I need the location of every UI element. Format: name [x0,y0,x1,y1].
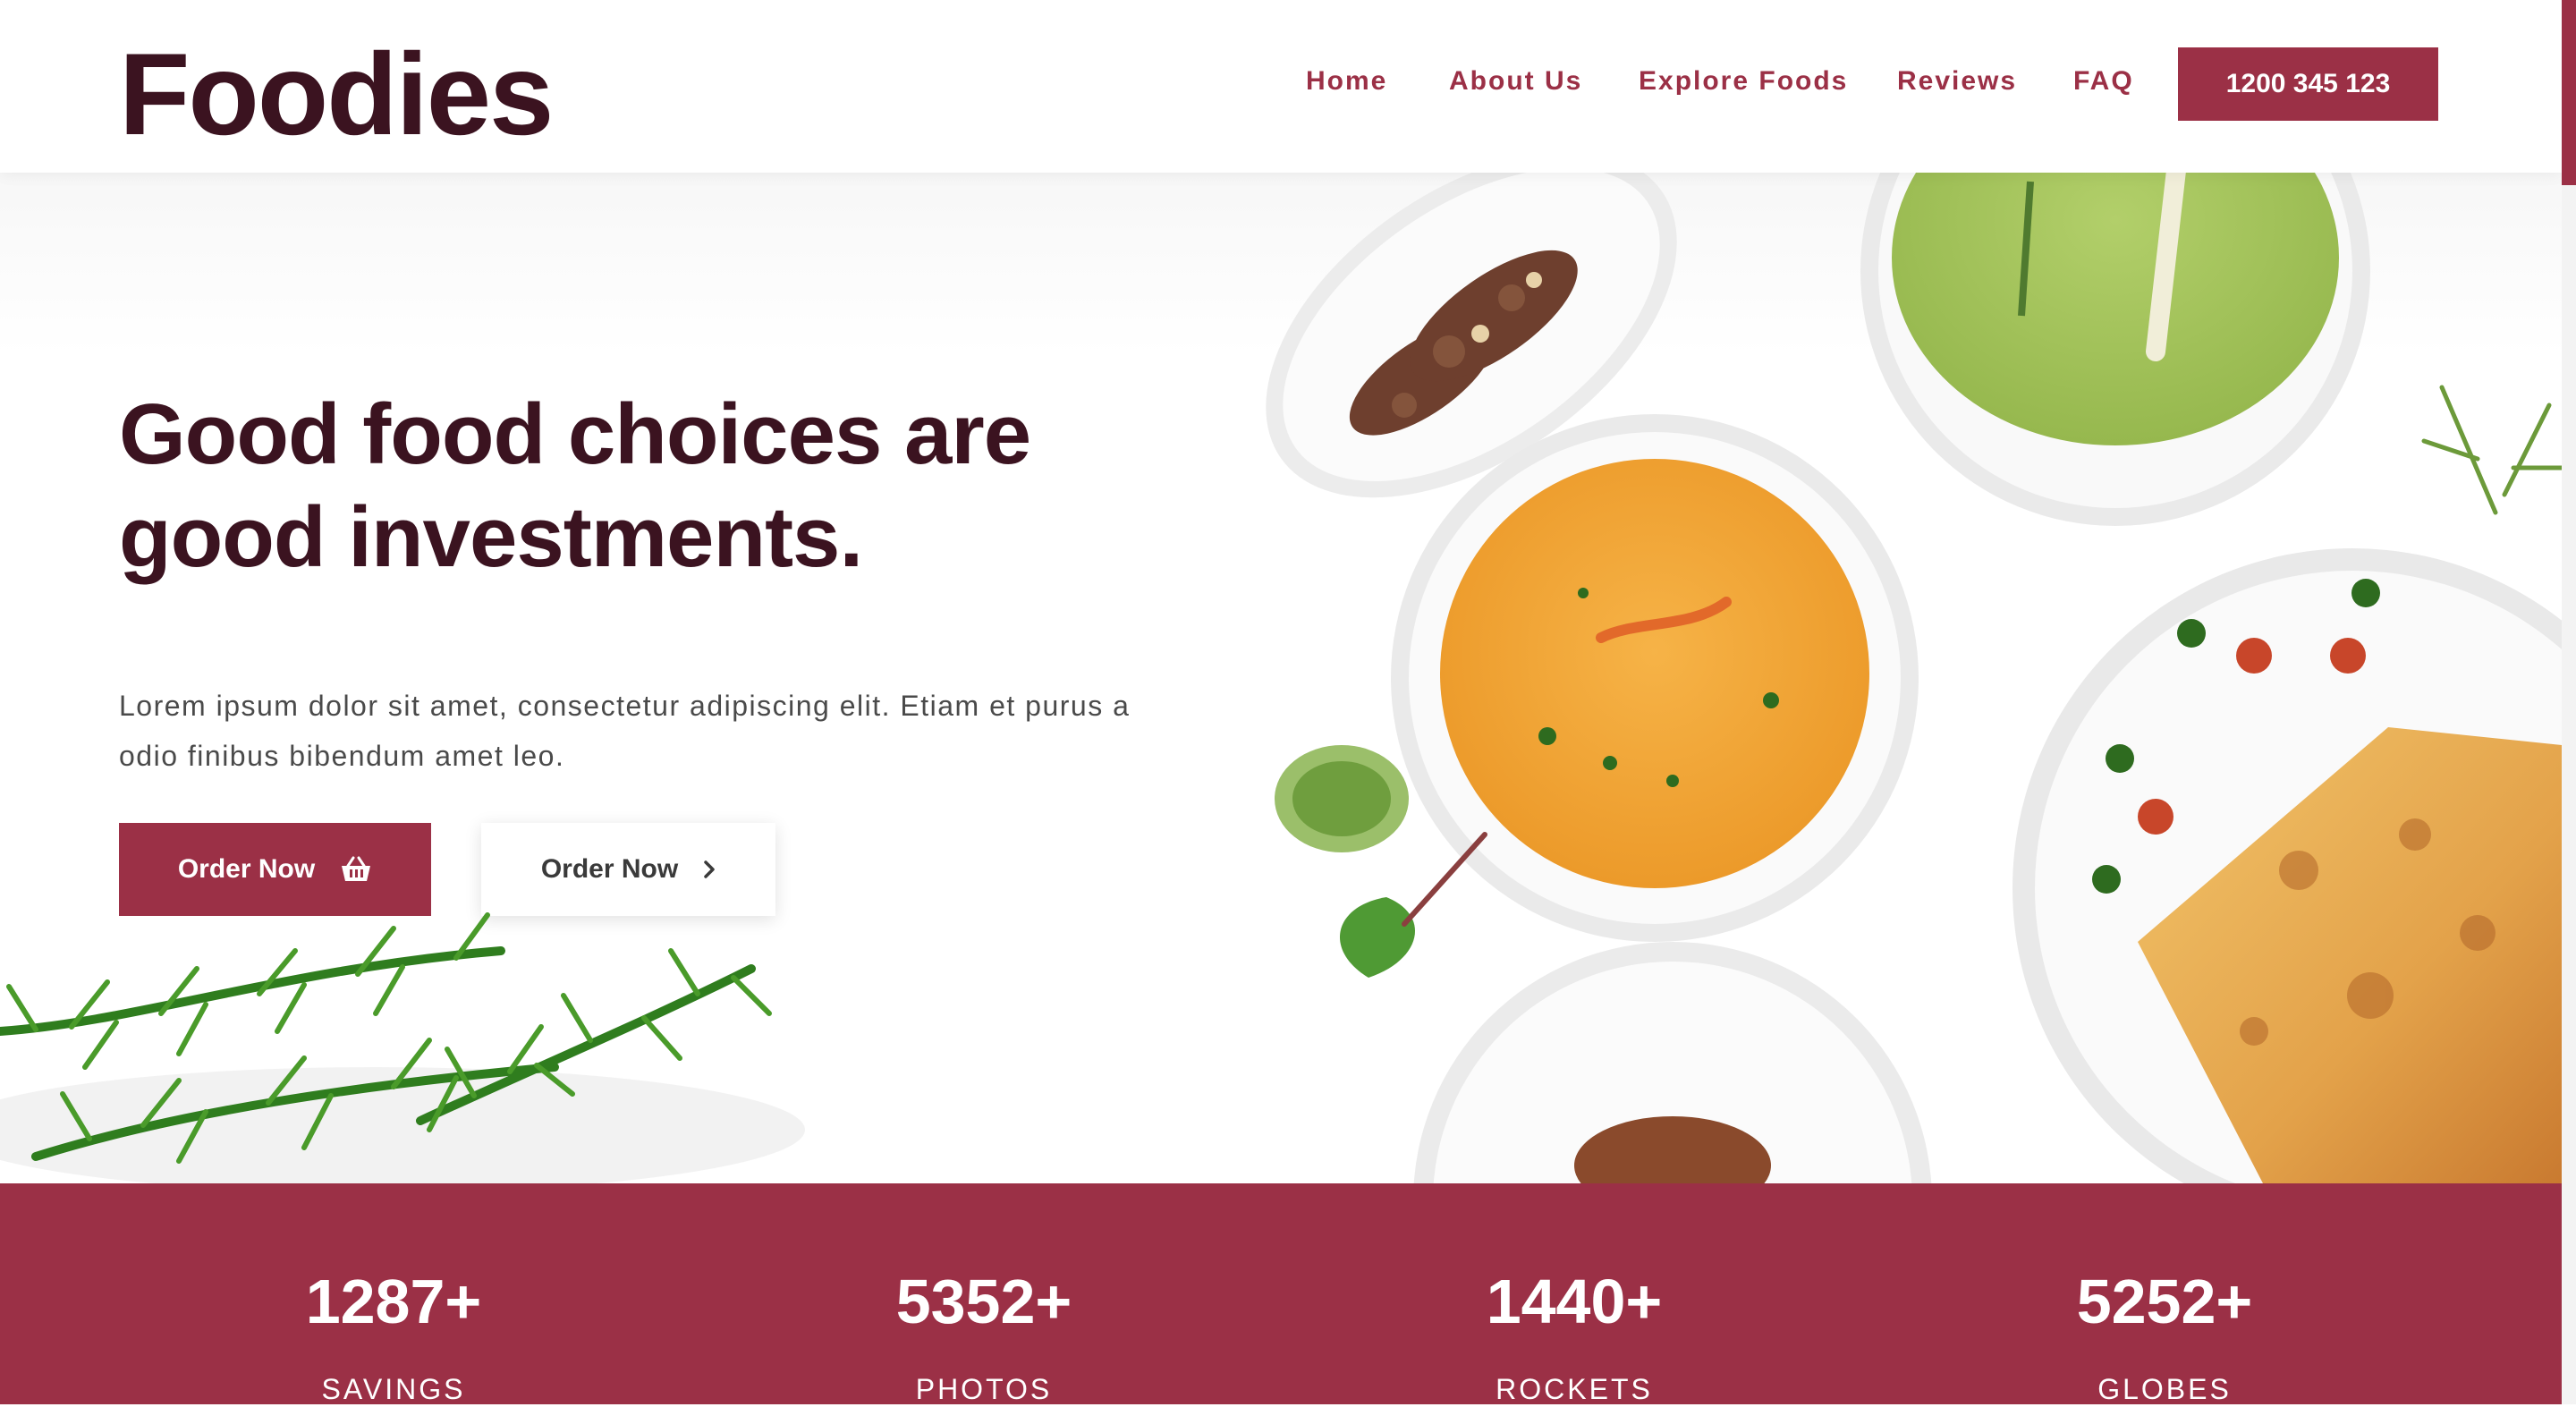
nav-reviews[interactable]: Reviews [1897,61,2017,102]
scrollbar-track[interactable] [2562,0,2576,1404]
order-now-primary-label: Order Now [177,854,316,884]
stat-rockets: 1440+ ROCKETS [1395,1183,1753,1407]
stat-value: 5252+ [2076,1267,2253,1336]
nav-faq[interactable]: FAQ [2073,61,2134,102]
stats-bar: 1287+ SAVINGS 5352+ PHOTOS 1440+ ROCKETS… [0,1183,2562,1407]
order-now-secondary-label: Order Now [540,854,679,884]
stat-label: GLOBES [2097,1373,2232,1405]
scrollbar-thumb[interactable] [2562,0,2576,185]
phone-button[interactable]: 1200 345 123 [2178,47,2438,121]
stat-value: 1440+ [1486,1267,1663,1336]
nav-about-us[interactable]: About Us [1449,61,1582,102]
green-soup-plate [1860,173,2370,526]
orange-soup-plate [1391,414,1919,942]
stat-savings: 1287+ SAVINGS [215,1183,572,1407]
stat-globes: 5252+ GLOBES [1986,1183,2343,1407]
stat-label: PHOTOS [915,1373,1053,1405]
lasagna-plate [2012,548,2562,1183]
stat-label: SAVINGS [321,1373,466,1405]
food-plates-illustration [1266,173,2562,1183]
chevron-right-icon [703,860,716,879]
logo[interactable]: Foodies [119,27,554,161]
basket-icon [340,856,372,883]
site-header: Foodies Home About Us Explore Foods Revi… [0,0,2562,173]
nav-explore-foods[interactable]: Explore Foods [1639,61,1848,102]
stat-label: ROCKETS [1496,1373,1653,1405]
stat-value: 1287+ [305,1267,482,1336]
stat-photos: 5352+ PHOTOS [805,1183,1163,1407]
bottom-plate [1413,942,1932,1183]
stat-value: 5352+ [895,1267,1072,1336]
hero-section: Good food choices are good investments. … [0,173,2562,1183]
dill-sprig [2421,385,2562,515]
hero-headline: Good food choices are good investments. [119,386,1031,585]
hero-intro: Lorem ipsum dolor sit amet, consectetur … [119,690,1131,772]
nav-home[interactable]: Home [1306,61,1387,102]
rosemary-decoration [0,912,805,1183]
